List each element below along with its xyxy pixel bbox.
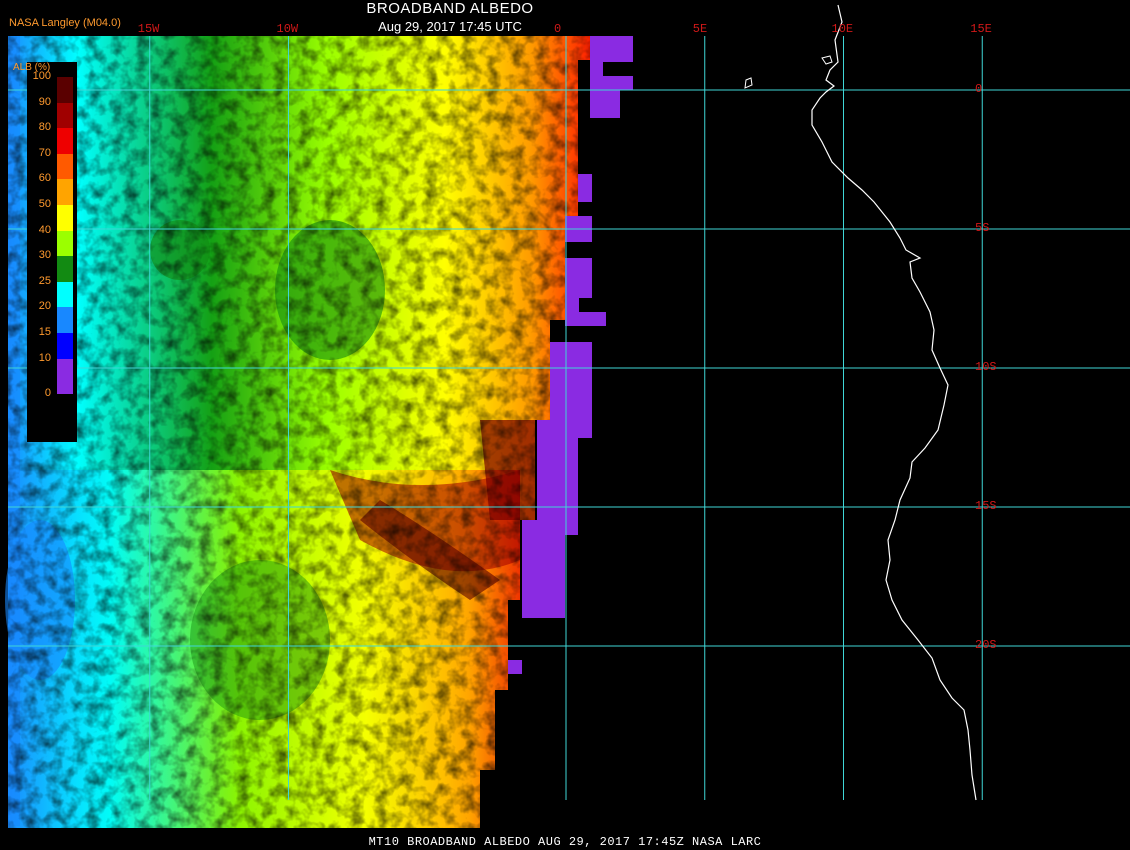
legend-tick-label: 80 [38,121,51,134]
legend-tick-label: 20 [38,300,51,313]
latitude-label: 20S [975,638,997,652]
latitude-label: 15S [975,499,997,513]
longitude-label: 10W [276,22,299,36]
longitude-label: 15W [137,22,160,36]
legend-tick-label: 25 [38,274,51,287]
albedo-legend: 100 90 80 70 60 50 40 30 25 20 15 10 0 [27,62,77,442]
legend-tick-label: 30 [38,249,51,262]
main-title: BROADBAND ALBEDO [366,0,534,17]
legend-tick-label: 60 [38,172,51,185]
legend-swatch [57,256,73,282]
org-label: NASA Langley (M04.0) [9,17,121,29]
legend-swatch [57,333,73,359]
legend-swatch [57,281,73,308]
legend-swatch [57,358,73,395]
legend-swatch [57,153,73,180]
africa-coastline [811,4,977,801]
legend-swatch [57,230,73,257]
legend-title: ALB (%) [13,62,51,73]
legend-swatch [57,102,73,129]
legend-tick-label: 15 [38,326,51,338]
latitude-label: 5S [975,221,990,235]
footer-caption: MT10 BROADBAND ALBEDO AUG 29, 2017 17:45… [368,835,762,849]
longitude-label: 15E [970,22,992,36]
longitude-label: 0 [554,22,562,36]
legend-swatch [57,179,73,205]
legend-tick-label: 10 [38,351,51,364]
legend-tick-label: 90 [38,95,51,108]
legend-tick-label: 40 [38,223,51,236]
legend-tick-label: 50 [38,198,51,210]
legend-swatch [57,128,73,154]
legend-swatch [57,205,73,231]
timestamp-subtitle: Aug 29, 2017 17:45 UTC [378,19,522,34]
island-outline [744,77,753,89]
legend-swatch [57,77,73,103]
longitude-label: 5E [692,22,708,36]
albedo-map-canvas [5,4,1130,828]
latitude-label: 10S [975,360,997,374]
cloud-field [5,36,608,828]
legend-tick-label: 0 [44,387,51,400]
legend-swatch [57,307,73,333]
bay-outline [821,55,833,65]
satellite-map: BROADBAND ALBEDO Aug 29, 2017 17:45 UTC … [0,0,1130,850]
legend-tick-label: 70 [38,146,51,159]
latitude-label: 0 [975,82,983,96]
longitude-label: 10E [831,22,854,36]
